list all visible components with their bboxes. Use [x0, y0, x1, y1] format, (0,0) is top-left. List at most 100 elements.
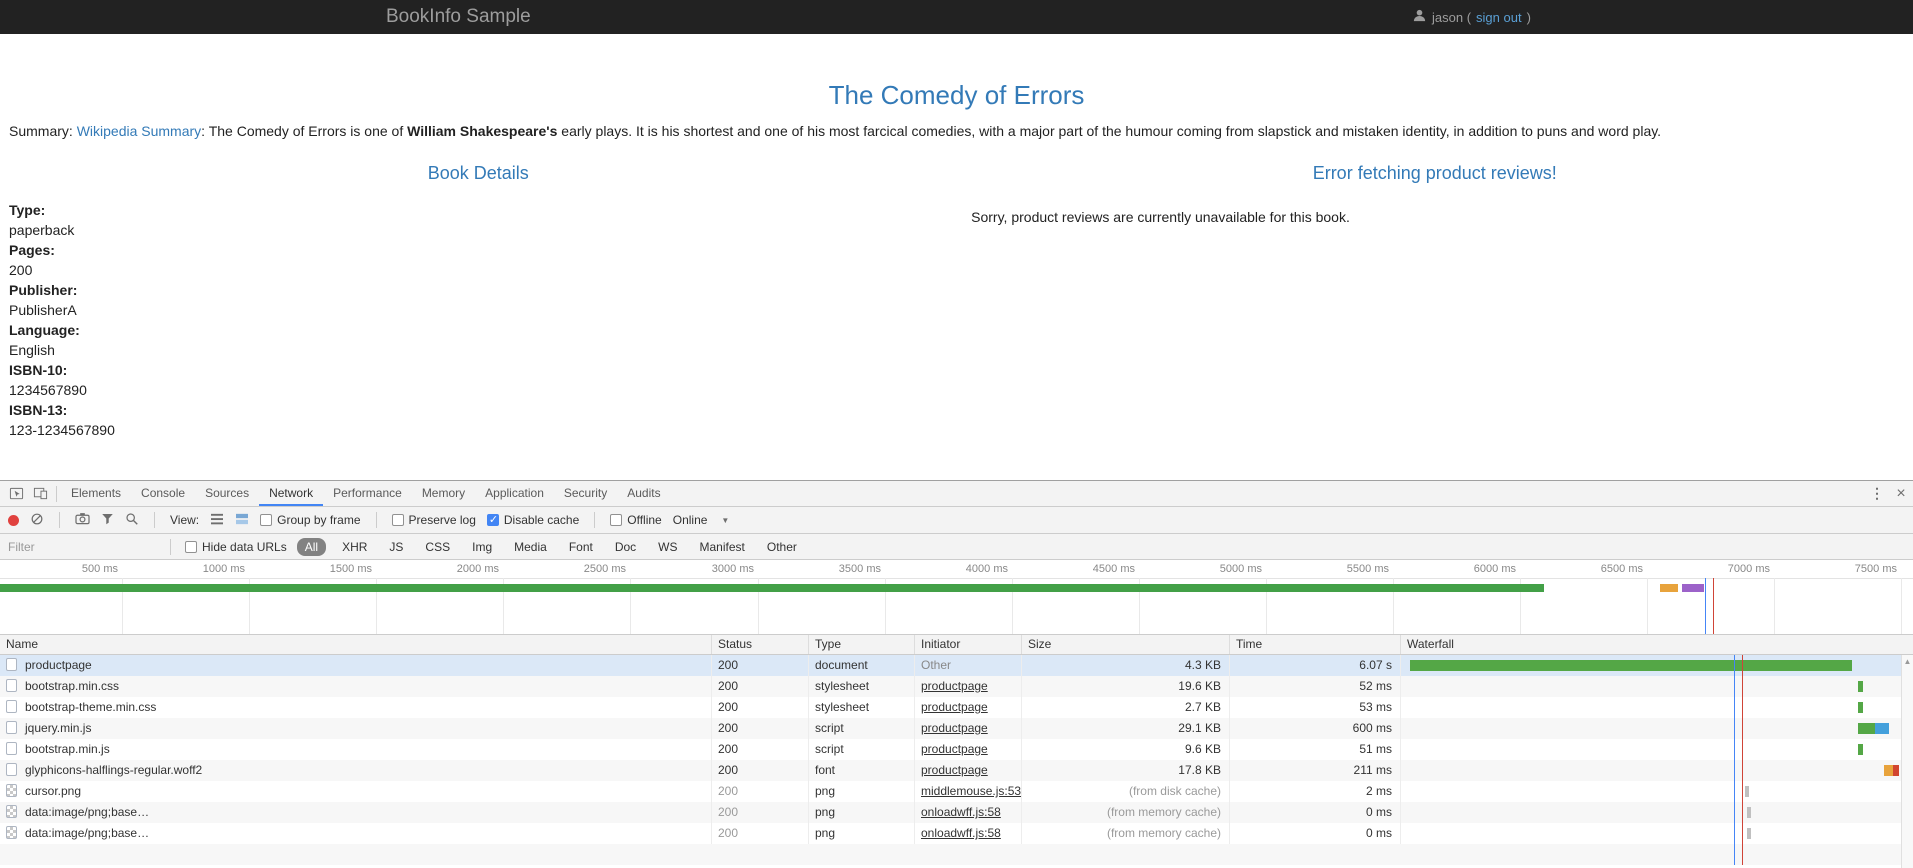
- inspect-element-icon[interactable]: [4, 481, 28, 506]
- table-row[interactable]: bootstrap-theme.min.css 200 stylesheet p…: [0, 697, 1913, 718]
- initiator-link[interactable]: onloadwff.js:58: [921, 805, 1001, 819]
- column-header-size[interactable]: Size: [1022, 635, 1230, 654]
- initiator-link[interactable]: productpage: [921, 763, 988, 777]
- filter-pill-media[interactable]: Media: [508, 538, 553, 556]
- hide-data-urls-checkbox[interactable]: Hide data URLs: [185, 540, 287, 554]
- field-label: Type:: [9, 202, 46, 218]
- signout-link[interactable]: sign out: [1476, 10, 1522, 25]
- initiator-link[interactable]: productpage: [921, 700, 988, 714]
- clear-icon[interactable]: [30, 512, 44, 529]
- filter-pill-js[interactable]: JS: [383, 538, 409, 556]
- close-icon[interactable]: ×: [1889, 481, 1913, 506]
- overflow-menu-icon[interactable]: ⋮: [1865, 481, 1889, 506]
- view-list-icon[interactable]: [210, 513, 224, 528]
- field-value: English: [9, 342, 55, 358]
- tab-network[interactable]: Network: [259, 481, 324, 506]
- reviews-error-heading: Error fetching product reviews!: [1312, 163, 1557, 183]
- tab-console[interactable]: Console: [131, 481, 195, 506]
- scroll-up-icon[interactable]: ▲: [1902, 655, 1913, 669]
- timeline-tick: 2000 ms: [456, 563, 499, 575]
- initiator-link[interactable]: middlemouse.js:53: [921, 784, 1021, 798]
- filter-pill-xhr[interactable]: XHR: [336, 538, 373, 556]
- disable-cache-checkbox[interactable]: Disable cache: [486, 513, 579, 527]
- record-icon[interactable]: [8, 514, 19, 526]
- initiator-link[interactable]: productpage: [921, 742, 988, 756]
- column-header-name[interactable]: Name: [0, 635, 712, 654]
- app-brand: BookInfo Sample: [386, 6, 531, 27]
- waterfall-cell: [1401, 760, 1913, 781]
- wikipedia-summary-link[interactable]: Wikipedia Summary: [77, 123, 201, 139]
- tab-security[interactable]: Security: [554, 481, 617, 506]
- table-row[interactable]: data:image/png;base… 200 png onloadwff.j…: [0, 823, 1913, 844]
- waterfall-bar: [1745, 786, 1749, 797]
- checkbox[interactable]: [391, 514, 404, 526]
- device-toolbar-icon[interactable]: [28, 481, 52, 506]
- column-header-initiator[interactable]: Initiator: [915, 635, 1022, 654]
- table-row[interactable]: glyphicons-halflings-regular.woff2 200 f…: [0, 760, 1913, 781]
- scrollbar[interactable]: ▲: [1901, 655, 1913, 868]
- checkbox[interactable]: [610, 514, 623, 526]
- table-row[interactable]: data:image/png;base… 200 png onloadwff.j…: [0, 802, 1913, 823]
- summary-mid: : The Comedy of Errors is one of: [201, 123, 408, 139]
- reviews-error-message: Sorry, product reviews are currently una…: [971, 209, 1350, 225]
- tab-performance[interactable]: Performance: [323, 481, 412, 506]
- filter-pill-all[interactable]: All: [296, 537, 327, 556]
- devtools-panel: Elements Console Sources Network Perform…: [0, 480, 1913, 868]
- checkbox[interactable]: [260, 514, 273, 526]
- offline-checkbox[interactable]: Offline: [610, 513, 662, 527]
- throttling-select[interactable]: Online ▼: [673, 513, 730, 527]
- table-row[interactable]: productpage 200 document Other 4.3 KB 6.…: [0, 655, 1913, 676]
- field-value: paperback: [9, 222, 75, 238]
- initiator-link[interactable]: productpage: [921, 679, 988, 693]
- waterfall-bar: [1747, 807, 1751, 818]
- table-row[interactable]: bootstrap.min.js 200 script productpage …: [0, 739, 1913, 760]
- chevron-down-icon: ▼: [721, 515, 730, 525]
- divider: [56, 485, 57, 502]
- preserve-log-checkbox[interactable]: Preserve log: [391, 513, 476, 527]
- filter-pill-manifest[interactable]: Manifest: [694, 538, 751, 556]
- book-details-heading: Book Details: [427, 163, 529, 183]
- waterfall-bar: [1410, 660, 1852, 671]
- checkbox-checked[interactable]: [486, 513, 499, 526]
- filter-input[interactable]: [8, 539, 156, 554]
- column-header-waterfall[interactable]: Waterfall: [1401, 635, 1913, 654]
- table-row[interactable]: cursor.png 200 png middlemouse.js:53 (fr…: [0, 781, 1913, 802]
- tab-memory[interactable]: Memory: [412, 481, 475, 506]
- column-header-time[interactable]: Time: [1230, 635, 1401, 654]
- dom-content-loaded-line: [1734, 655, 1735, 865]
- checkbox[interactable]: [185, 540, 197, 553]
- tab-application[interactable]: Application: [475, 481, 554, 506]
- initiator-link[interactable]: onloadwff.js:58: [921, 826, 1001, 840]
- filter-pill-other[interactable]: Other: [761, 538, 803, 556]
- tab-elements[interactable]: Elements: [61, 481, 131, 506]
- capture-screenshots-icon[interactable]: [75, 512, 90, 528]
- app-header: BookInfo Sample jason ( sign out ): [0, 0, 1913, 34]
- table-row[interactable]: jquery.min.js 200 script productpage 29.…: [0, 718, 1913, 739]
- filter-pill-doc[interactable]: Doc: [609, 538, 642, 556]
- tab-sources[interactable]: Sources: [195, 481, 259, 506]
- search-icon[interactable]: [125, 512, 139, 529]
- waterfall-bar: [1747, 828, 1751, 839]
- group-by-frame-checkbox[interactable]: Group by frame: [260, 513, 361, 527]
- filter-pill-img[interactable]: Img: [466, 538, 498, 556]
- image-icon: [6, 805, 17, 819]
- filter-pill-font[interactable]: Font: [563, 538, 599, 556]
- waterfall-cell: [1401, 718, 1913, 739]
- timeline-tick: 3500 ms: [838, 563, 881, 575]
- column-header-type[interactable]: Type: [809, 635, 915, 654]
- ruler-line: [0, 578, 1913, 579]
- filter-pill-ws[interactable]: WS: [652, 538, 683, 556]
- tab-audits[interactable]: Audits: [617, 481, 670, 506]
- content-columns: Book Details Type: paperback Pages: 200 …: [0, 163, 1913, 440]
- filter-pill-css[interactable]: CSS: [419, 538, 456, 556]
- image-icon: [6, 826, 17, 840]
- paren-close: ): [1526, 9, 1531, 25]
- column-header-status[interactable]: Status: [712, 635, 809, 654]
- initiator-link[interactable]: productpage: [921, 721, 988, 735]
- view-large-rows-icon[interactable]: [235, 513, 249, 528]
- network-overview[interactable]: 500 ms 1000 ms 1500 ms 2000 ms 2500 ms 3…: [0, 560, 1913, 635]
- user-box: jason ( sign out ): [1412, 0, 1531, 34]
- filter-icon[interactable]: [101, 512, 114, 528]
- overview-font-bar: [1660, 584, 1678, 592]
- table-row[interactable]: bootstrap.min.css 200 stylesheet product…: [0, 676, 1913, 697]
